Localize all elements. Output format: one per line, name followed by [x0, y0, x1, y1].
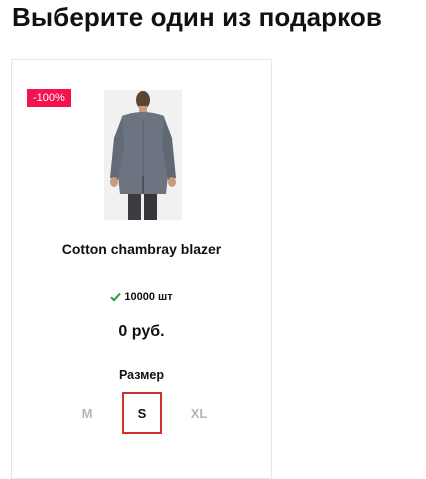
size-label: Размер — [118, 368, 164, 382]
size-option-s[interactable]: S — [122, 392, 162, 434]
price: 0 руб. — [118, 323, 165, 340]
size-option-xl[interactable]: XL — [179, 392, 219, 434]
page-title: Выберите один из подарков — [12, 2, 382, 32]
blazer-product-photo — [104, 90, 182, 220]
gift-card[interactable]: -100% Cotton chambray blazer 10000 шт 0 … — [11, 59, 272, 479]
product-image[interactable] — [104, 90, 182, 220]
size-option-m[interactable]: M — [67, 392, 107, 434]
discount-badge: -100% — [27, 89, 71, 107]
stock-status: 10000 шт — [12, 291, 271, 303]
check-icon — [110, 292, 122, 302]
product-name: Cotton chambray blazer — [61, 241, 222, 257]
stock-quantity: 10000 шт — [124, 291, 173, 303]
